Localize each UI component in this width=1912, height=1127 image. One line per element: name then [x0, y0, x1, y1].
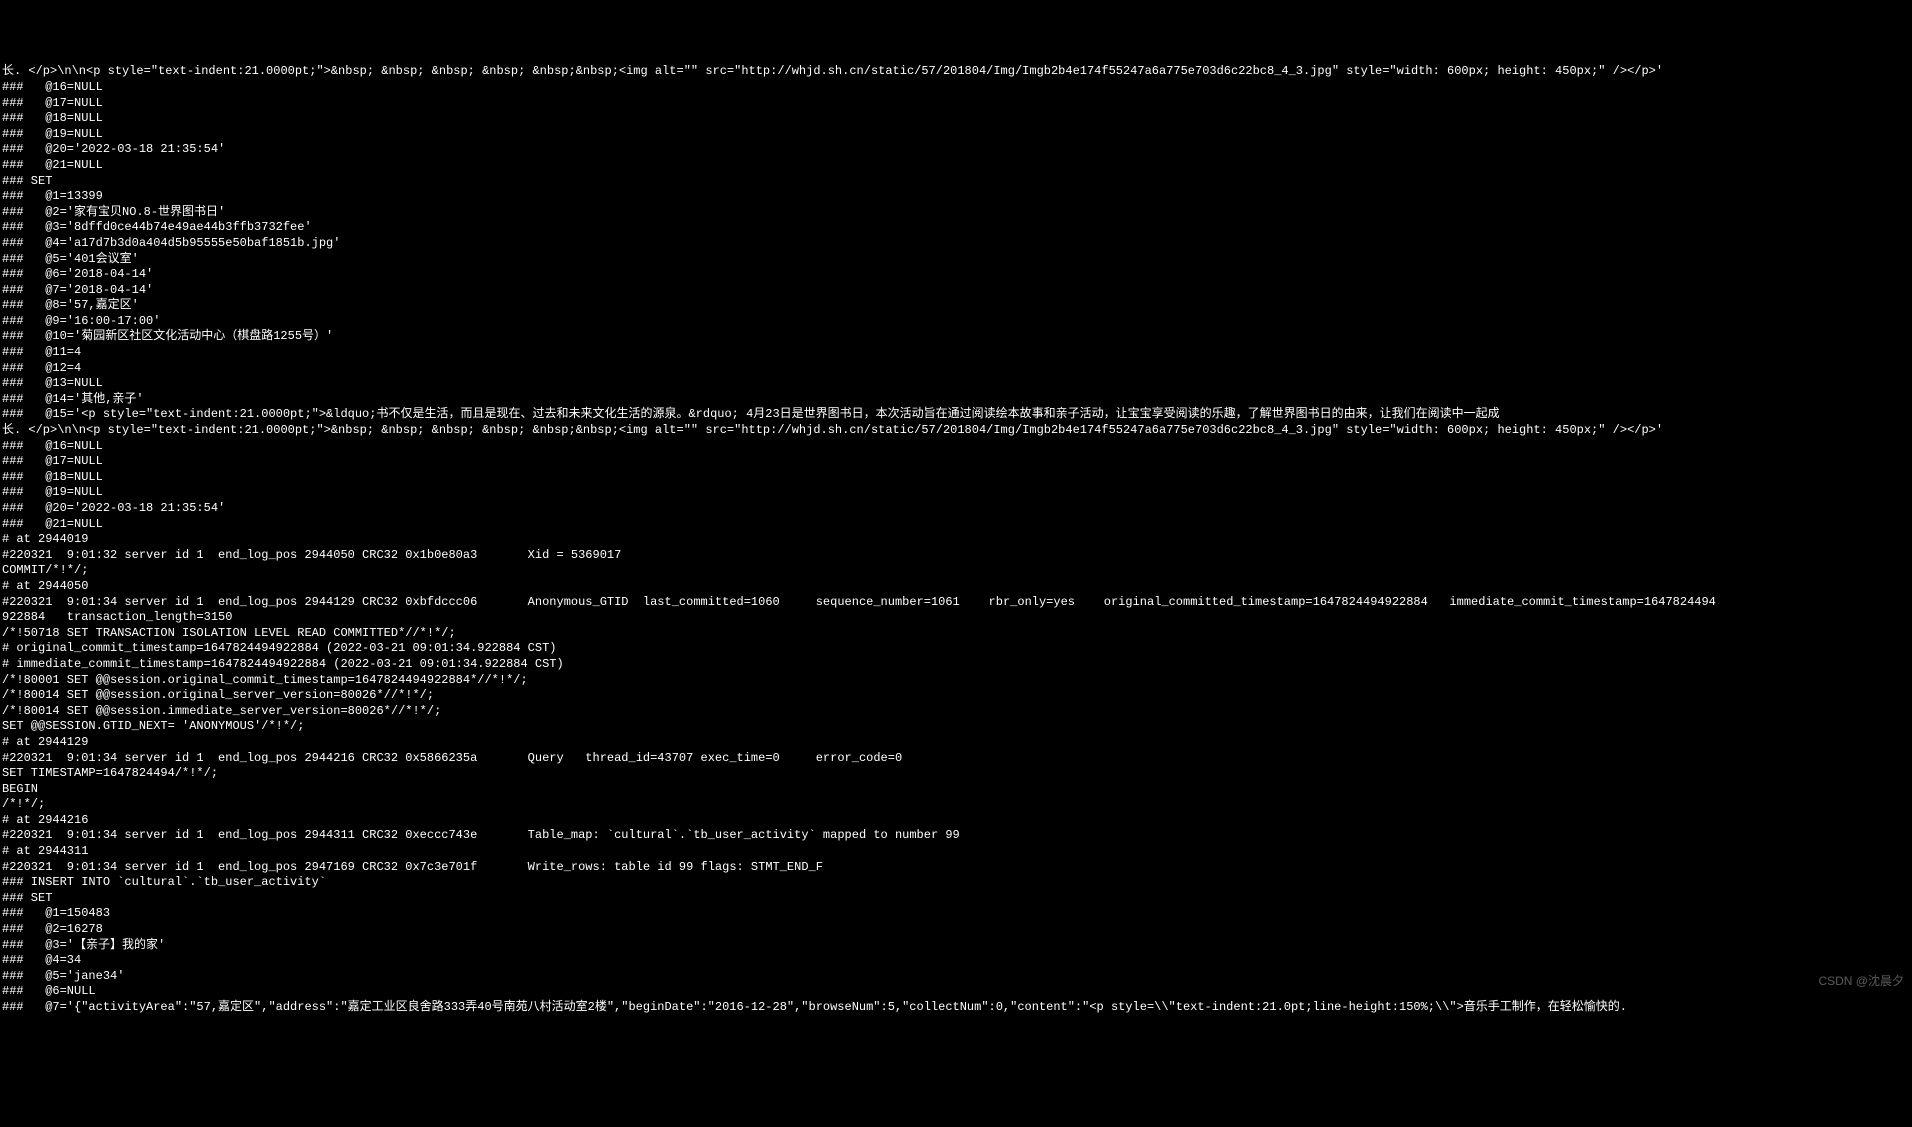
terminal-line: ### @21=NULL [2, 158, 1910, 174]
terminal-line: #220321 9:01:34 server id 1 end_log_pos … [2, 595, 1910, 611]
terminal-line: # original_commit_timestamp=164782449492… [2, 641, 1910, 657]
terminal-line: #220321 9:01:34 server id 1 end_log_pos … [2, 828, 1910, 844]
terminal-line: ### @12=4 [2, 361, 1910, 377]
terminal-line: #220321 9:01:32 server id 1 end_log_pos … [2, 548, 1910, 564]
terminal-line: ### @18=NULL [2, 111, 1910, 127]
terminal-line: ### @5='401会议室' [2, 252, 1910, 268]
terminal-line: ### @21=NULL [2, 517, 1910, 533]
terminal-line: ### @8='57,嘉定区' [2, 298, 1910, 314]
terminal-line: # at 2944216 [2, 813, 1910, 829]
terminal-line: # at 2944129 [2, 735, 1910, 751]
terminal-line: 922884 transaction_length=3150 [2, 610, 1910, 626]
terminal-line: ### @4=34 [2, 953, 1910, 969]
terminal-line: # immediate_commit_timestamp=16478244949… [2, 657, 1910, 673]
terminal-line: ### @4='a17d7b3d0a404d5b95555e50baf1851b… [2, 236, 1910, 252]
terminal-line: ### @20='2022-03-18 21:35:54' [2, 142, 1910, 158]
terminal-line: ### @14='其他,亲子' [2, 392, 1910, 408]
terminal-line: ### @2='家有宝贝NO.8-世界图书日' [2, 205, 1910, 221]
terminal-line: ### @16=NULL [2, 439, 1910, 455]
terminal-line: ### @5='jane34' [2, 969, 1910, 985]
terminal-line: ### @17=NULL [2, 454, 1910, 470]
terminal-line: ### @13=NULL [2, 376, 1910, 392]
terminal-line: # at 2944050 [2, 579, 1910, 595]
terminal-line: /*!*/; [2, 797, 1910, 813]
terminal-line: /*!80001 SET @@session.original_commit_t… [2, 673, 1910, 689]
terminal-output[interactable]: 长. </p>\n\n<p style="text-indent:21.0000… [2, 64, 1910, 1015]
terminal-line: ### @20='2022-03-18 21:35:54' [2, 501, 1910, 517]
terminal-line: # at 2944019 [2, 532, 1910, 548]
terminal-line: ### @6='2018-04-14' [2, 267, 1910, 283]
terminal-line: ### @3='【亲子】我的家' [2, 938, 1910, 954]
terminal-line: ### @16=NULL [2, 80, 1910, 96]
terminal-line: ### @17=NULL [2, 96, 1910, 112]
terminal-line: ### @7='{"activityArea":"57,嘉定区","addres… [2, 1000, 1910, 1016]
terminal-line: # at 2944311 [2, 844, 1910, 860]
terminal-line: #220321 9:01:34 server id 1 end_log_pos … [2, 751, 1910, 767]
terminal-line: ### SET [2, 891, 1910, 907]
terminal-line: ### @9='16:00-17:00' [2, 314, 1910, 330]
terminal-line: 长. </p>\n\n<p style="text-indent:21.0000… [2, 64, 1910, 80]
terminal-line: /*!80014 SET @@session.original_server_v… [2, 688, 1910, 704]
terminal-line: SET TIMESTAMP=1647824494/*!*/; [2, 766, 1910, 782]
terminal-line: SET @@SESSION.GTID_NEXT= 'ANONYMOUS'/*!*… [2, 719, 1910, 735]
terminal-line: /*!50718 SET TRANSACTION ISOLATION LEVEL… [2, 626, 1910, 642]
terminal-line: COMMIT/*!*/; [2, 563, 1910, 579]
terminal-line: /*!80014 SET @@session.immediate_server_… [2, 704, 1910, 720]
terminal-line: BEGIN [2, 782, 1910, 798]
terminal-line: ### @18=NULL [2, 470, 1910, 486]
terminal-line: ### @7='2018-04-14' [2, 283, 1910, 299]
terminal-line: ### SET [2, 174, 1910, 190]
terminal-line: 长. </p>\n\n<p style="text-indent:21.0000… [2, 423, 1910, 439]
terminal-line: ### INSERT INTO `cultural`.`tb_user_acti… [2, 875, 1910, 891]
terminal-line: ### @3='8dffd0ce44b74e49ae44b3ffb3732fee… [2, 220, 1910, 236]
terminal-line: ### @1=13399 [2, 189, 1910, 205]
terminal-line: ### @19=NULL [2, 127, 1910, 143]
terminal-line: ### @15='<p style="text-indent:21.0000pt… [2, 407, 1910, 423]
terminal-line: ### @19=NULL [2, 485, 1910, 501]
terminal-line: ### @10='菊园新区社区文化活动中心（棋盘路1255号）' [2, 329, 1910, 345]
terminal-line: ### @2=16278 [2, 922, 1910, 938]
terminal-line: ### @1=150483 [2, 906, 1910, 922]
terminal-line: ### @11=4 [2, 345, 1910, 361]
terminal-line: #220321 9:01:34 server id 1 end_log_pos … [2, 860, 1910, 876]
terminal-line: ### @6=NULL [2, 984, 1910, 1000]
